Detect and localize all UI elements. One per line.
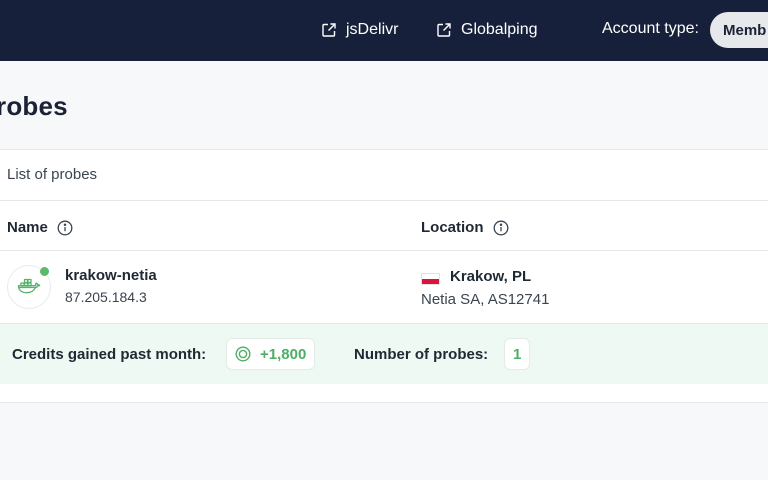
info-icon[interactable] <box>57 220 73 236</box>
account-type-label: Account type: <box>602 20 699 37</box>
jsdelivr-link-label: jsDelivr <box>346 21 399 38</box>
probe-network: Netia SA, AS12741 <box>421 291 550 308</box>
column-location: Location <box>421 219 509 236</box>
probes-summary: Credits gained past month: +1,800 Number… <box>0 323 768 384</box>
top-navigation-bar: jsDelivr Globalping Account type: Memb <box>0 0 768 61</box>
probe-ip: 87.205.184.3 <box>65 289 147 305</box>
card-header: List of probes <box>0 150 768 201</box>
table-header: Name Location <box>0 201 768 251</box>
probes-count-value: 1 <box>513 345 522 363</box>
probes-count-label: Number of probes: <box>354 346 489 363</box>
page-title: robes <box>0 91 68 121</box>
jsdelivr-link[interactable]: jsDelivr <box>321 18 398 42</box>
column-name: Name <box>7 219 73 236</box>
account-type-select[interactable]: Memb <box>710 12 768 48</box>
online-status-dot <box>39 266 50 277</box>
external-link-icon <box>437 23 451 37</box>
credits-badge: +1,800 <box>226 338 316 370</box>
probes-count-badge: 1 <box>504 338 531 370</box>
credits-value: +1,800 <box>260 345 307 363</box>
probe-city: Krakow, PL <box>450 268 532 285</box>
globalping-link[interactable]: Globalping <box>436 18 538 42</box>
docker-icon <box>17 278 41 294</box>
info-icon[interactable] <box>493 220 509 236</box>
column-location-label: Location <box>421 219 484 236</box>
external-link-icon <box>322 23 336 37</box>
probe-name[interactable]: krakow-netia <box>65 267 157 284</box>
card-title: List of probes <box>7 166 98 183</box>
probes-card: List of probes Name Location krakow-neti… <box>0 149 768 403</box>
table-row[interactable]: krakow-netia 87.205.184.3 Krakow, PL Net… <box>0 251 768 323</box>
poland-flag-icon <box>421 273 440 285</box>
globalping-link-label: Globalping <box>461 21 538 38</box>
column-name-label: Name <box>7 219 48 236</box>
credits-label: Credits gained past month: <box>12 346 207 363</box>
credits-coin-icon <box>235 346 251 362</box>
